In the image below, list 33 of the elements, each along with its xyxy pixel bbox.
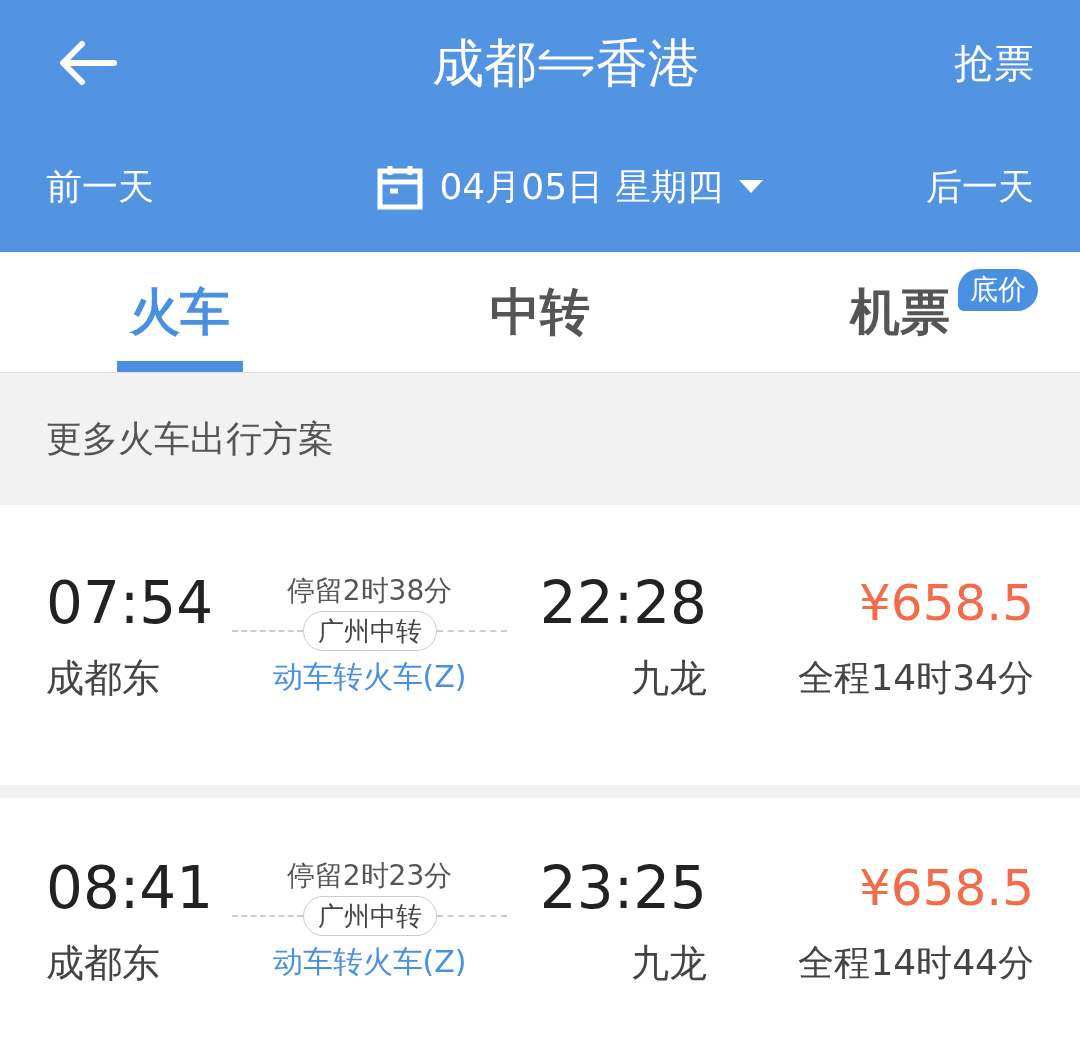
date-picker[interactable]: 04月05日 星期四 xyxy=(377,159,763,214)
depart-time: 07:54 xyxy=(46,573,215,633)
depart-station: 成都东 xyxy=(46,655,161,702)
calendar-icon xyxy=(377,163,424,210)
arrive-station: 九龙 xyxy=(631,655,707,702)
destination-city: 香港 xyxy=(596,31,700,95)
stopover-time: 停留2时23分 xyxy=(286,858,453,894)
tab[interactable]: 火车 xyxy=(0,252,360,372)
grab-ticket-button[interactable]: 抢票 xyxy=(954,32,1034,93)
arrive-station: 九龙 xyxy=(631,940,707,987)
section-title: 更多火车出行方案 xyxy=(46,417,334,461)
trip-card[interactable]: 07:54 成都东 停留2时38分 广州中转 动车转火车(Z) 22:28 九龙 ¥658.5 全程14时34分 xyxy=(0,505,1080,785)
total-duration: 全程14时44分 xyxy=(798,941,1034,985)
next-day-button[interactable]: 后一天 xyxy=(926,159,1034,214)
tab[interactable]: 中转 xyxy=(360,252,720,372)
origin-city: 成都 xyxy=(432,31,536,95)
train-type: 动车转火车(Z) xyxy=(272,658,467,696)
depart-station: 成都东 xyxy=(46,940,161,987)
price: ¥658.5 xyxy=(859,573,1034,633)
lowest-price-badge: 底价 xyxy=(958,268,1038,311)
depart-time: 08:41 xyxy=(46,858,215,918)
arrive-time: 23:25 xyxy=(539,858,707,918)
stopover-time: 停留2时38分 xyxy=(286,573,453,609)
swap-icon[interactable] xyxy=(536,47,596,78)
back-arrow-icon[interactable] xyxy=(58,39,118,86)
price: ¥658.5 xyxy=(859,858,1034,918)
trip-card[interactable]: 08:41 成都东 停留2时23分 广州中转 动车转火车(Z) 23:25 九龙 ¥658.5 全程14时44分 xyxy=(0,798,1080,1054)
dropdown-caret-icon xyxy=(738,179,763,194)
tab[interactable]: 机票 底价 xyxy=(720,252,1080,372)
arrive-time: 22:28 xyxy=(539,573,707,633)
train-type: 动车转火车(Z) xyxy=(272,943,467,981)
total-duration: 全程14时34分 xyxy=(798,656,1034,700)
previous-day-button[interactable]: 前一天 xyxy=(46,159,154,214)
